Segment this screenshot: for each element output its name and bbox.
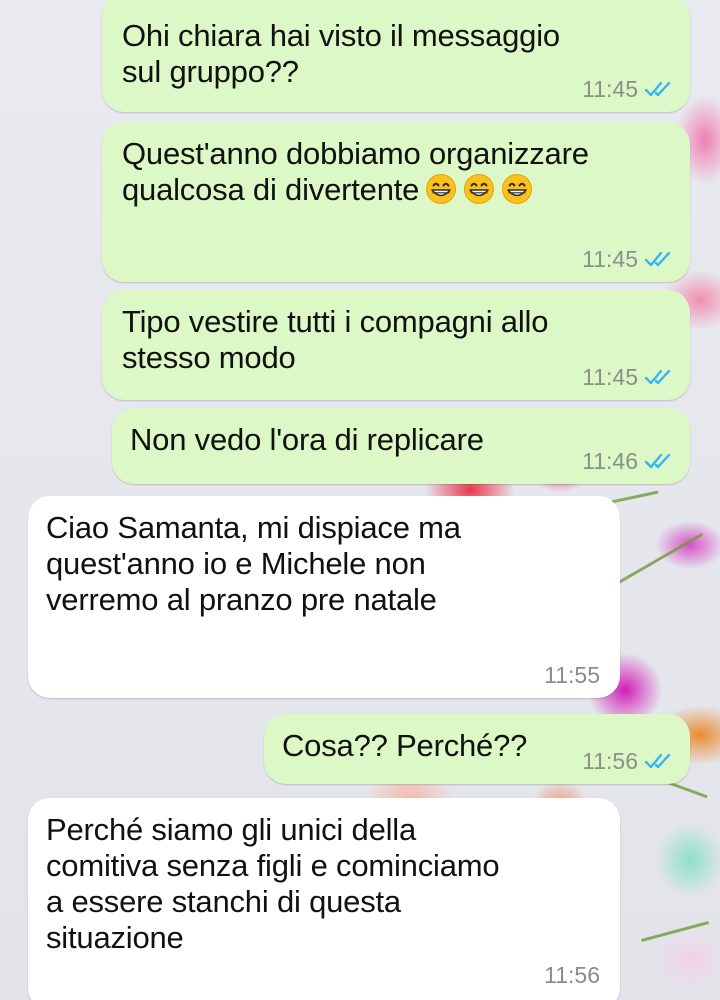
grinning-face-icon (464, 174, 495, 204)
message-bubble-outgoing[interactable]: Ohi chiara hai visto il messaggio sul gr… (102, 0, 690, 112)
message-bubble-incoming[interactable]: Ciao Samanta, mi dispiace ma quest'anno … (28, 496, 620, 698)
message-time: 11:45 (582, 76, 638, 102)
read-icon (644, 369, 671, 385)
message-text: Perché siamo gli unici della comitiva se… (46, 812, 500, 955)
read-icon (644, 251, 671, 267)
message-time: 11:56 (582, 748, 638, 774)
message-bubble-outgoing[interactable]: Quest'anno dobbiamo organizzare qualcosa… (102, 122, 690, 282)
grinning-face-icon (502, 174, 533, 204)
message-meta: 11:45 (582, 76, 674, 102)
message-time: 11:56 (544, 962, 600, 988)
message-bubble-incoming[interactable]: Perché siamo gli unici della comitiva se… (28, 798, 620, 1000)
message-meta: 11:56 (582, 748, 674, 774)
grinning-face-icon (426, 174, 457, 204)
message-meta: 11:55 (544, 662, 600, 688)
message-text: Quest'anno dobbiamo organizzare qualcosa… (122, 136, 589, 207)
message-meta: 11:46 (582, 448, 674, 474)
message-bubble-outgoing[interactable]: Cosa?? Perché?? 11:56 (264, 714, 690, 784)
message-time: 11:55 (544, 662, 600, 688)
read-icon (644, 81, 671, 97)
read-icon (644, 753, 671, 769)
message-meta: 11:45 (582, 246, 674, 272)
message-bubble-outgoing[interactable]: Tipo vestire tutti i compagni allo stess… (102, 290, 690, 400)
read-icon (644, 453, 671, 469)
conversation: Ohi chiara hai visto il messaggio sul gr… (0, 0, 720, 1000)
message-meta: 11:45 (582, 364, 674, 390)
message-text: Ciao Samanta, mi dispiace ma quest'anno … (46, 510, 461, 617)
message-time: 11:46 (582, 448, 638, 474)
message-time: 11:45 (582, 364, 638, 390)
message-meta: 11:56 (544, 962, 600, 988)
message-bubble-outgoing[interactable]: Non vedo l'ora di replicare 11:46 (112, 408, 690, 484)
message-time: 11:45 (582, 246, 638, 272)
